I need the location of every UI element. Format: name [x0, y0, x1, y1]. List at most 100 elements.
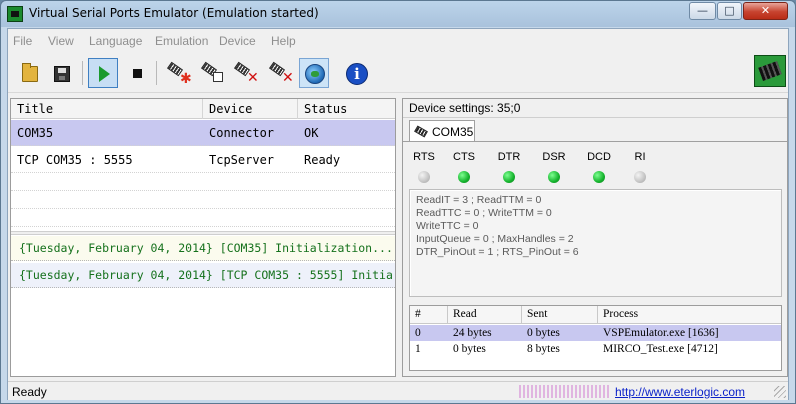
dsr-led-icon: [548, 171, 560, 183]
rts-led-icon: [418, 171, 430, 183]
minimize-button[interactable]: —: [689, 2, 716, 20]
website-link[interactable]: http://www.eterlogic.com: [615, 385, 745, 399]
vspe-logo-icon: [754, 55, 786, 87]
star-icon: ✱: [180, 71, 192, 87]
handle-read: 24 bytes: [453, 327, 492, 339]
signal-label-cts: CTS: [453, 151, 475, 163]
client-area: File View Language Emulation Device Help…: [7, 28, 789, 400]
empty-row: [11, 210, 395, 227]
signal-label-dsr: DSR: [542, 151, 566, 163]
start-emulation-button[interactable]: [88, 58, 118, 88]
edit-device-button[interactable]: [197, 58, 227, 88]
status-text: Ready: [12, 385, 47, 399]
about-button[interactable]: i: [341, 58, 371, 88]
create-device-button[interactable]: ✱: [163, 58, 193, 88]
stop-emulation-button[interactable]: [122, 58, 152, 88]
column-process[interactable]: Process: [598, 306, 781, 324]
ports-pane: Title Device Status COM35 Connector OK T…: [10, 98, 396, 377]
pane-splitter[interactable]: [11, 231, 395, 235]
port-status: Ready: [304, 153, 341, 167]
close-button[interactable]: ✕: [743, 2, 788, 20]
delete-all-devices-button[interactable]: ✕: [265, 58, 295, 88]
dcd-led-icon: [593, 171, 605, 183]
column-number[interactable]: #: [410, 306, 448, 324]
activity-indicator: [519, 385, 609, 398]
play-icon: [99, 66, 110, 82]
column-status[interactable]: Status: [298, 99, 395, 119]
ri-led-icon: [634, 171, 646, 183]
menu-view[interactable]: View: [48, 34, 74, 48]
window-title: Virtual Serial Ports Emulator (Emulation…: [29, 6, 319, 20]
column-read[interactable]: Read: [448, 306, 522, 324]
port-row[interactable]: COM35 Connector OK: [11, 120, 395, 146]
network-settings-button[interactable]: [299, 58, 329, 88]
signal-label-dtr: DTR: [497, 151, 521, 163]
cts-led-icon: [458, 171, 470, 183]
column-title[interactable]: Title: [11, 99, 203, 119]
handle-row[interactable]: 0 24 bytes 0 bytes VSPEmulator.exe [1636…: [410, 325, 781, 341]
port-status: OK: [304, 126, 319, 140]
handle-id: 1: [415, 343, 421, 355]
handle-sent: 8 bytes: [527, 343, 560, 355]
handle-row[interactable]: 1 0 bytes 8 bytes MIRCO_Test.exe [4712]: [410, 341, 781, 357]
stat-line: WriteTTC = 0: [416, 220, 479, 232]
handle-sent: 0 bytes: [527, 327, 560, 339]
handle-process: MIRCO_Test.exe [4712]: [603, 343, 718, 355]
stat-line: ReadTTC = 0 ; WriteTTM = 0: [416, 207, 552, 219]
menu-device[interactable]: Device: [219, 34, 256, 48]
menu-bar: File View Language Emulation Device Help: [8, 31, 788, 51]
device-stats-box: ReadIT = 3 ; ReadTTM = 0 ReadTTC = 0 ; W…: [409, 189, 782, 297]
dtr-led-icon: [503, 171, 515, 183]
app-icon[interactable]: [7, 6, 23, 22]
toolbar-separator: [82, 61, 83, 85]
tab-label: COM35: [432, 125, 474, 139]
resize-grip[interactable]: [774, 386, 786, 398]
stat-line: InputQueue = 0 ; MaxHandles = 2: [416, 233, 574, 245]
app-window: Virtual Serial Ports Emulator (Emulation…: [0, 0, 796, 404]
menu-help[interactable]: Help: [271, 34, 296, 48]
column-device[interactable]: Device: [203, 99, 298, 119]
device-settings-title: Device settings: 35;0: [403, 99, 787, 118]
log-entry: {Tuesday, February 04, 2014} [COM35] Ini…: [11, 236, 395, 261]
stat-line: DTR_PinOut = 1 ; RTS_PinOut = 6: [416, 246, 579, 258]
toolbar: ✱ ✕ ✕ i: [8, 53, 788, 93]
delete-x-icon: ✕: [247, 70, 259, 86]
menu-file[interactable]: File: [13, 34, 32, 48]
signal-label-ri: RI: [634, 151, 646, 163]
stop-icon: [133, 69, 142, 78]
toolbar-separator: [156, 61, 157, 85]
document-icon: [213, 72, 223, 82]
log-entry: {Tuesday, February 04, 2014} [TCP COM35 …: [11, 263, 395, 288]
save-disk-icon: [54, 66, 70, 82]
empty-row: [11, 192, 395, 209]
handles-table: # Read Sent Process 0 24 bytes 0 bytes V…: [409, 305, 782, 371]
handle-process: VSPEmulator.exe [1636]: [603, 327, 719, 339]
open-folder-icon: [22, 63, 38, 82]
menu-language[interactable]: Language: [89, 34, 142, 48]
open-button[interactable]: [14, 58, 44, 88]
signal-label-dcd: DCD: [587, 151, 611, 163]
title-bar[interactable]: Virtual Serial Ports Emulator (Emulation…: [1, 1, 795, 27]
menu-emulation[interactable]: Emulation: [155, 34, 208, 48]
column-sent[interactable]: Sent: [522, 306, 598, 324]
tab-divider: [403, 141, 787, 142]
port-row[interactable]: TCP COM35 : 5555 TcpServer Ready: [11, 147, 395, 173]
port-title: COM35: [17, 126, 54, 140]
info-icon: i: [346, 63, 368, 85]
device-settings-pane: Device settings: 35;0 COM35 RTS CTS DTR …: [402, 98, 788, 377]
maximize-button[interactable]: □: [717, 2, 742, 20]
port-device: TcpServer: [209, 153, 275, 167]
network-settings-icon: [305, 64, 325, 84]
handle-id: 0: [415, 327, 421, 339]
handle-read: 0 bytes: [453, 343, 486, 355]
delete-x-icon: ✕: [282, 70, 294, 86]
empty-row: [11, 174, 395, 191]
stat-line: ReadIT = 3 ; ReadTTM = 0: [416, 194, 542, 206]
serial-port-icon: [414, 125, 428, 138]
save-button[interactable]: [46, 58, 76, 88]
tab-com35[interactable]: COM35: [409, 120, 475, 142]
status-bar: Ready http://www.eterlogic.com: [8, 381, 788, 400]
delete-device-button[interactable]: ✕: [230, 58, 260, 88]
port-title: TCP COM35 : 5555: [17, 153, 133, 167]
port-device: Connector: [209, 126, 275, 140]
